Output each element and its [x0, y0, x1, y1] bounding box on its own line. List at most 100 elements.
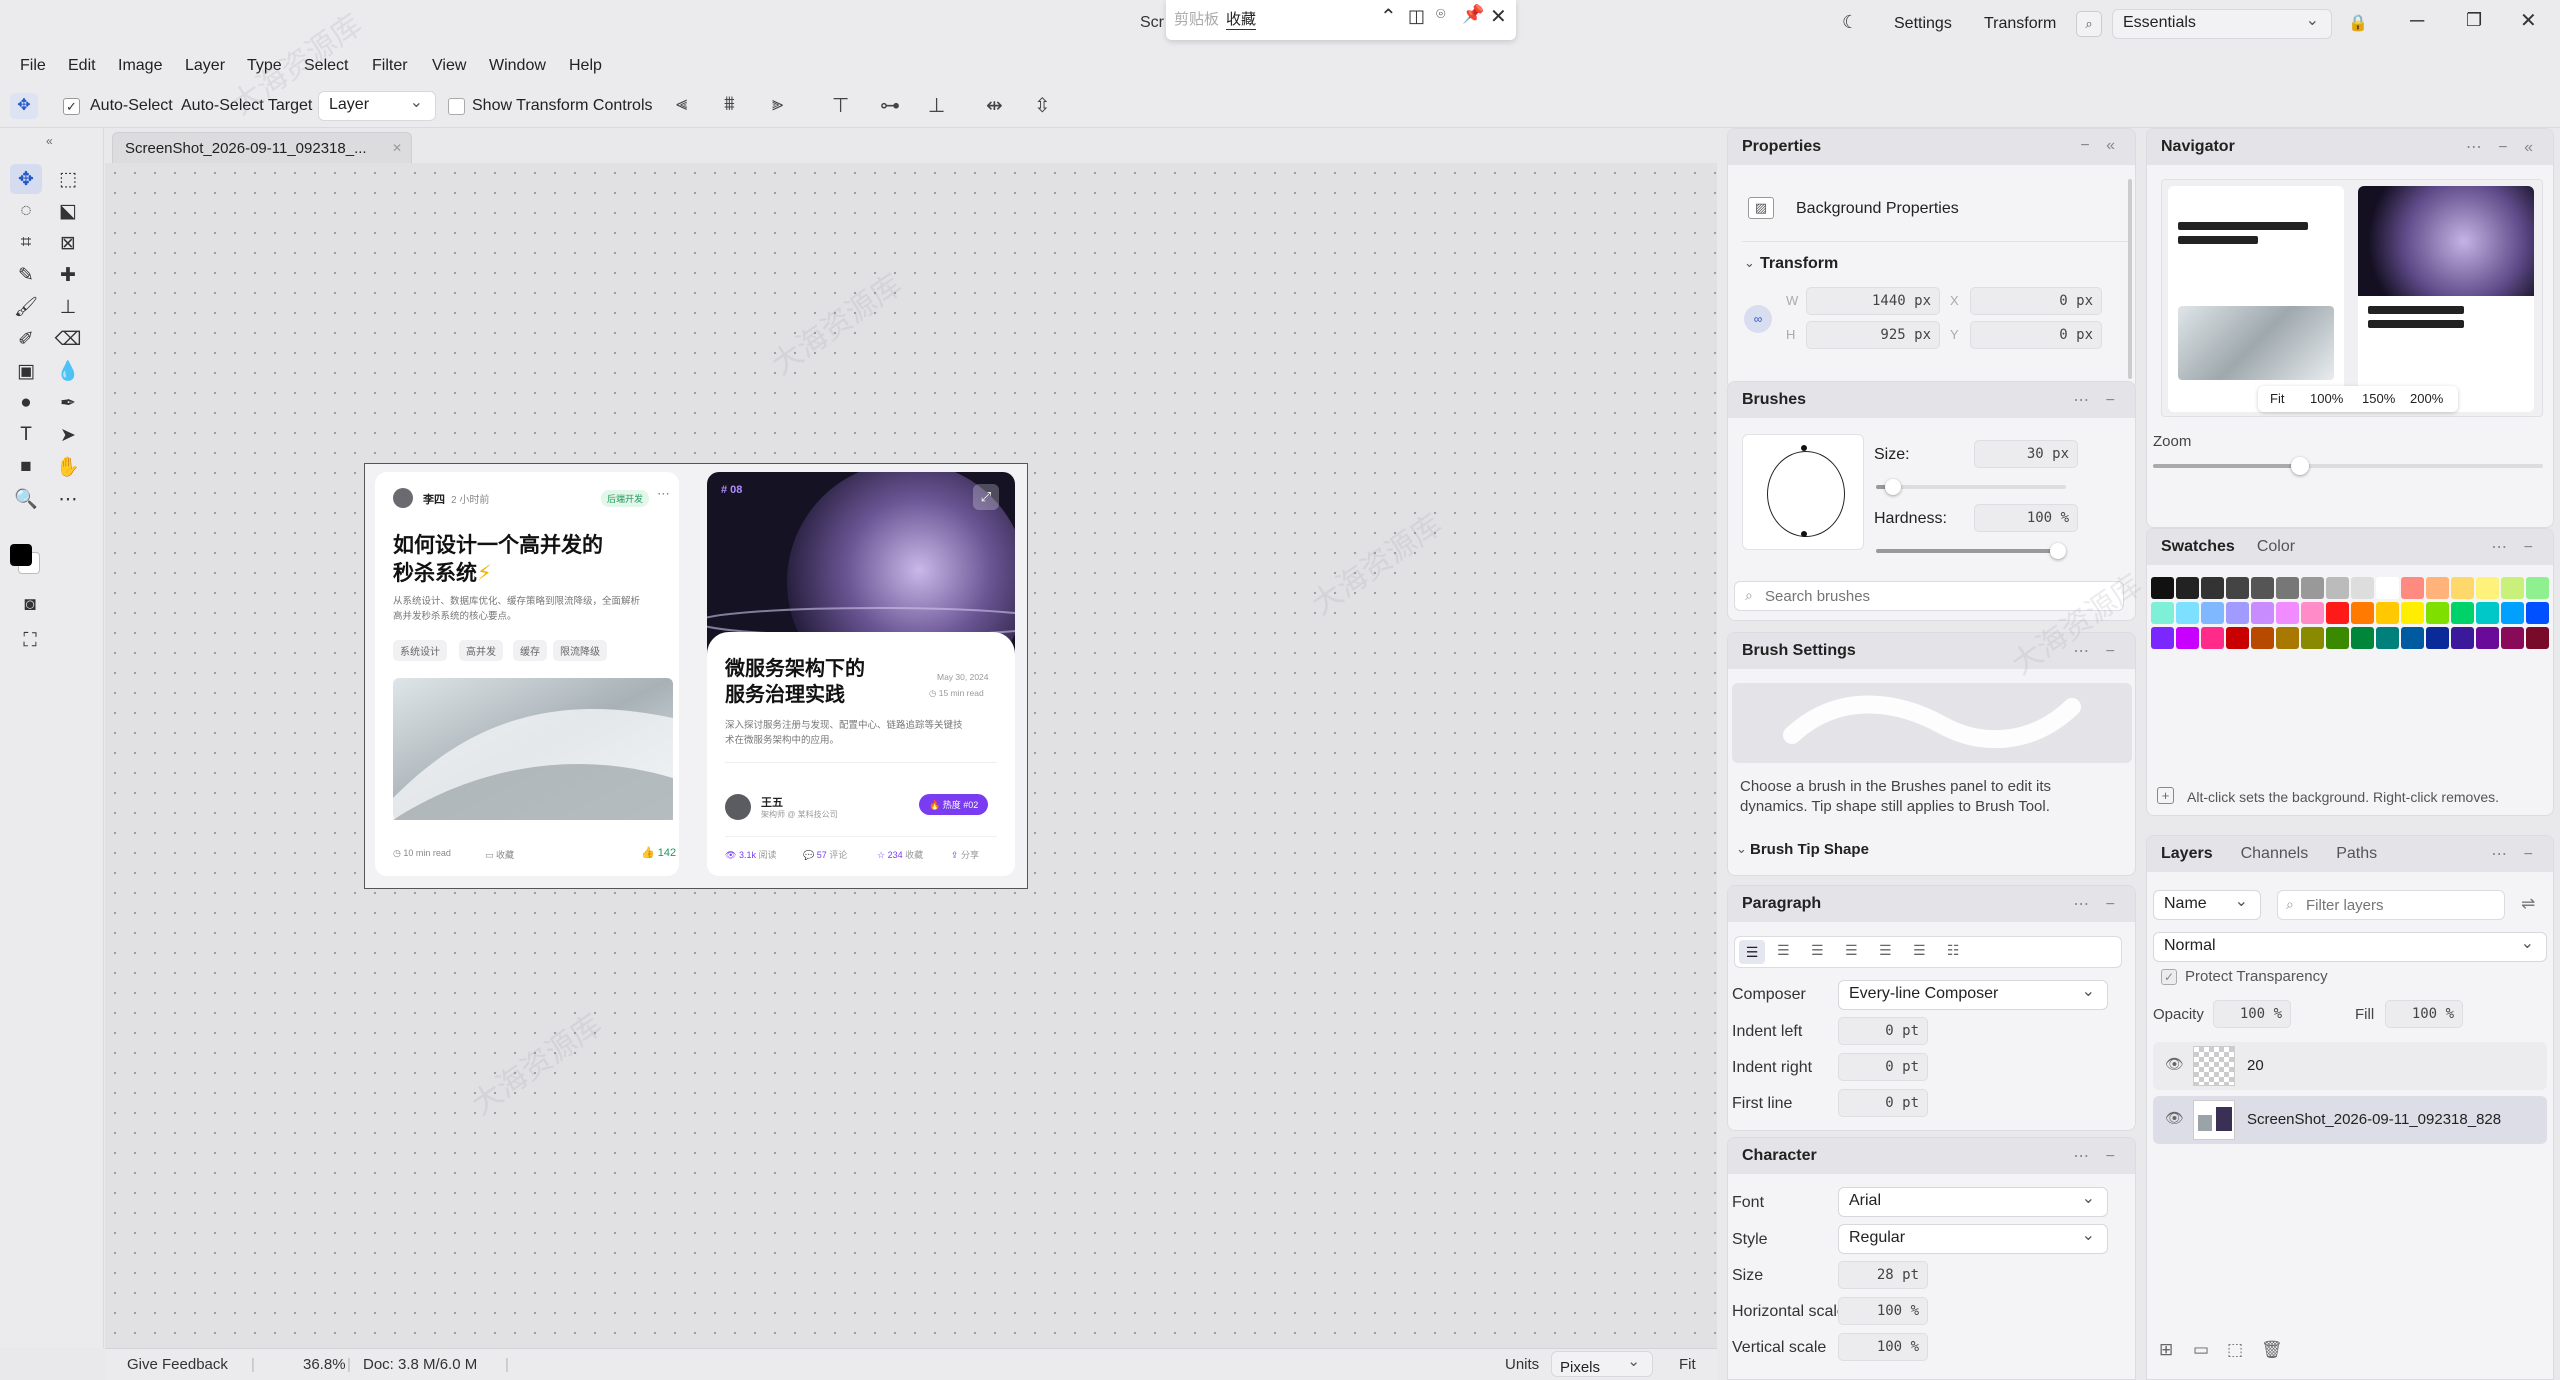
- zoom-tool[interactable]: 🔍: [10, 484, 42, 514]
- mask-icon[interactable]: ⬚: [2227, 1340, 2243, 1360]
- align-vcenter-icon[interactable]: ⊶: [880, 93, 900, 118]
- style-select[interactable]: Regular: [1838, 1224, 2108, 1254]
- paths-tab[interactable]: Paths: [2336, 845, 2377, 862]
- color-swatch[interactable]: [2226, 602, 2249, 624]
- menu-select[interactable]: Select: [304, 57, 348, 75]
- panel-controls-icon[interactable]: ⋯ −: [2073, 1146, 2121, 1166]
- color-swatch[interactable]: [2451, 577, 2474, 599]
- color-swatch[interactable]: [2251, 602, 2274, 624]
- color-swatch[interactable]: [2326, 627, 2349, 649]
- artwork-document[interactable]: 李四 2 小时前 后端开发 ⋯ 如何设计一个高并发的 秒杀系统⚡ 从系统设计、数据…: [364, 463, 1028, 889]
- align-bottom-icon[interactable]: ⊥: [928, 93, 945, 118]
- delete-layer-icon[interactable]: 🗑: [2261, 1340, 2283, 1360]
- color-swatch[interactable]: [2451, 627, 2474, 649]
- color-swatch[interactable]: [2351, 577, 2374, 599]
- collapse-toolbox-icon[interactable]: «: [46, 134, 53, 148]
- align-hcenter-icon[interactable]: ⩩: [724, 93, 735, 116]
- menu-window[interactable]: Window: [489, 57, 546, 75]
- color-swatch[interactable]: [2151, 602, 2174, 624]
- scrollbar[interactable]: [2128, 179, 2132, 379]
- restore-icon[interactable]: ❐: [2466, 10, 2482, 31]
- height-input[interactable]: 925 px: [1806, 321, 1940, 349]
- layers-tab[interactable]: Layers: [2161, 845, 2213, 862]
- color-swatch[interactable]: [2301, 627, 2324, 649]
- color-swatch[interactable]: [2176, 577, 2199, 599]
- layer-filter[interactable]: ⌕: [2277, 890, 2505, 920]
- font-select[interactable]: Arial: [1838, 1187, 2108, 1217]
- menu-edit[interactable]: Edit: [68, 57, 96, 75]
- menu-image[interactable]: Image: [118, 57, 162, 75]
- zoom-readout[interactable]: 36.8%: [303, 1356, 346, 1373]
- eye-icon[interactable]: 👁: [2165, 1109, 2184, 1127]
- lasso-tool[interactable]: ◌: [10, 196, 42, 226]
- move-tool-icon[interactable]: ✥: [10, 93, 38, 119]
- color-swatch[interactable]: [2276, 627, 2299, 649]
- color-swatch[interactable]: [2176, 602, 2199, 624]
- composer-select[interactable]: Every-line Composer: [1838, 980, 2108, 1010]
- auto-select-checkbox[interactable]: ✓: [63, 98, 80, 115]
- menu-layer[interactable]: Layer: [185, 57, 225, 75]
- quick-mask-icon[interactable]: ◙: [14, 590, 46, 620]
- panel-controls-icon[interactable]: ⋯ −: [2491, 537, 2539, 557]
- hardness-slider-thumb[interactable]: [2050, 543, 2066, 559]
- blur-tool[interactable]: 💧: [52, 356, 84, 386]
- clipboard-tab[interactable]: 剪贴板: [1174, 8, 1219, 29]
- hardness-slider[interactable]: [1876, 543, 2066, 559]
- color-swatch[interactable]: [2401, 627, 2424, 649]
- pen-tool[interactable]: ✒: [52, 388, 84, 418]
- indent-left-input[interactable]: 0 pt: [1838, 1017, 1928, 1045]
- gradient-tool[interactable]: ▣: [10, 356, 42, 386]
- eyedropper-tool[interactable]: ✎: [10, 260, 42, 290]
- move-tool[interactable]: ✥: [10, 164, 42, 194]
- color-swatch[interactable]: [2201, 602, 2224, 624]
- opacity-input[interactable]: 100 %: [2213, 1000, 2291, 1028]
- document-tab[interactable]: ScreenShot_2026-09-11_092318_...: [112, 132, 412, 163]
- menu-type[interactable]: Type: [247, 57, 282, 75]
- size-slider[interactable]: [1876, 479, 2066, 495]
- pin-icon[interactable]: 📌: [1462, 4, 1484, 25]
- distribute-v-icon[interactable]: ⇳: [1034, 93, 1051, 118]
- brush-tip-shape-section[interactable]: Brush Tip Shape: [1750, 841, 1869, 858]
- color-swatch[interactable]: [2501, 577, 2524, 599]
- color-swatch[interactable]: [2401, 577, 2424, 599]
- navigator-preview[interactable]: Fit 100% 150% 200%: [2161, 179, 2543, 417]
- color-swatch[interactable]: [2501, 627, 2524, 649]
- moon-icon[interactable]: ☾: [1842, 12, 1858, 33]
- zoom-200-button[interactable]: 200%: [2410, 391, 2443, 406]
- width-input[interactable]: 1440 px: [1806, 287, 1940, 315]
- protect-transparency-checkbox[interactable]: ✓: [2161, 969, 2177, 985]
- dodge-tool[interactable]: ●: [10, 388, 42, 418]
- workspace-select[interactable]: Essentials: [2112, 9, 2332, 39]
- fill-input[interactable]: 100 %: [2385, 1000, 2463, 1028]
- favorites-tab[interactable]: 收藏: [1226, 8, 1257, 30]
- justify-center-icon[interactable]: ☰: [1879, 942, 1892, 959]
- menu-filter[interactable]: Filter: [372, 57, 408, 75]
- zoom-slider[interactable]: [2153, 457, 2543, 475]
- char-size-input[interactable]: 28 pt: [1838, 1261, 1928, 1289]
- color-swatch[interactable]: [2476, 577, 2499, 599]
- color-swatch[interactable]: [2376, 602, 2399, 624]
- chevron-down-icon[interactable]: ⌄: [1744, 255, 1755, 271]
- color-swatch[interactable]: [2526, 602, 2549, 624]
- add-swatch-icon[interactable]: +: [2157, 787, 2174, 804]
- panel-controls-icon[interactable]: ⋯ −: [2491, 844, 2539, 864]
- size-input[interactable]: 30 px: [1974, 440, 2078, 468]
- brush-handle[interactable]: [1801, 445, 1807, 451]
- color-swatch[interactable]: [2526, 577, 2549, 599]
- first-line-input[interactable]: 0 pt: [1838, 1089, 1928, 1117]
- transform-button[interactable]: Transform: [1984, 15, 2056, 33]
- hand-tool[interactable]: ✋: [52, 452, 84, 482]
- color-swatch[interactable]: [2426, 602, 2449, 624]
- color-swatch[interactable]: [2226, 627, 2249, 649]
- hardness-input[interactable]: 100 %: [1974, 504, 2078, 532]
- color-swatch[interactable]: [2251, 627, 2274, 649]
- color-swatch[interactable]: [2251, 577, 2274, 599]
- columns-icon[interactable]: ◫: [1408, 6, 1425, 27]
- color-swatch[interactable]: [2351, 627, 2374, 649]
- units-select[interactable]: Pixels: [1551, 1351, 1653, 1377]
- size-slider-thumb[interactable]: [1885, 479, 1901, 495]
- color-swatch[interactable]: [2401, 602, 2424, 624]
- color-swatch[interactable]: [2501, 602, 2524, 624]
- crop-tool[interactable]: ⌗: [10, 228, 42, 258]
- justify-left-icon[interactable]: ☰: [1845, 942, 1858, 959]
